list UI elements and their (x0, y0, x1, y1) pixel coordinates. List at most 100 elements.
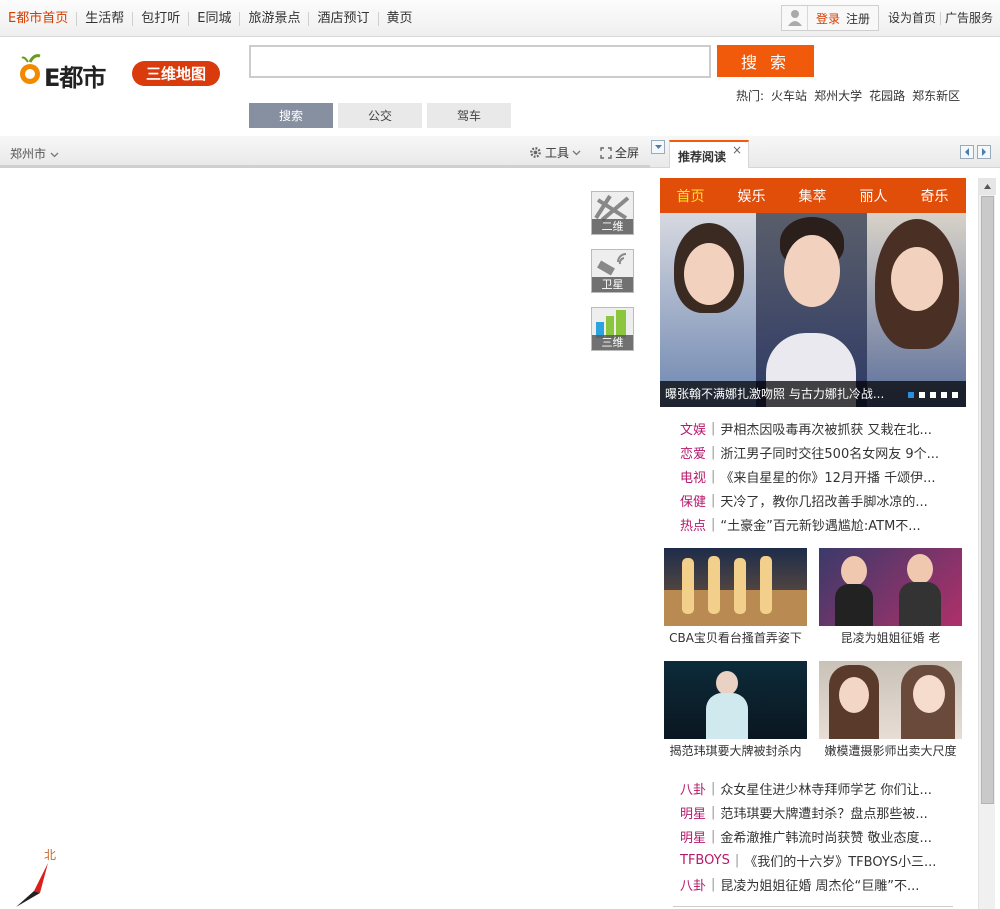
tab-drive[interactable]: 驾车 (427, 103, 511, 128)
thumb-title[interactable]: CBA宝贝看台搔首弄姿下 (664, 626, 807, 650)
logo-text: E都市 (44, 64, 106, 92)
user-avatar-icon (782, 6, 808, 30)
tools-dropdown[interactable]: 工具 (529, 144, 581, 161)
slide-dot[interactable] (919, 392, 925, 398)
collapse-panel-button[interactable] (651, 140, 665, 154)
news-title[interactable]: 《我们的十六岁》TFBOYS小三... (744, 851, 936, 870)
category-tab-home[interactable]: 首页 (660, 186, 721, 206)
ad-service-link[interactable]: 广告服务 (940, 12, 997, 25)
news-item[interactable]: 文娱 | 尹相杰因吸毒再次被抓获 又栽在北... (680, 416, 960, 440)
news-title[interactable]: 众女星住进少林寺拜师学艺 你们让... (720, 779, 932, 798)
photo-thumb-card[interactable]: 昆凌为姐姐征婚 老 (819, 548, 962, 650)
news-title[interactable]: 《来自星星的你》12月开播 千颂伊... (720, 467, 935, 486)
login-link[interactable]: 登录 (816, 10, 840, 27)
news-item[interactable]: 明星 | 范玮琪要大牌遭封杀？盘点那些被... (680, 800, 960, 824)
tab-search[interactable]: 搜索 (249, 103, 333, 128)
thumb-title[interactable]: 昆凌为姐姐征婚 老 (819, 626, 962, 650)
thumb-title[interactable]: 揭范玮琪要大牌被封杀内 (664, 739, 807, 763)
nav-yellow-pages[interactable]: 黄页 (377, 11, 421, 26)
news-category[interactable]: 八卦 (680, 875, 706, 894)
category-tab-entertainment[interactable]: 娱乐 (721, 186, 782, 206)
scroll-up-button[interactable] (979, 178, 996, 195)
nav-hotel-booking[interactable]: 酒店预订 (308, 11, 377, 26)
edushi-logo[interactable]: E都市 (18, 52, 123, 92)
category-tab-collection[interactable]: 集萃 (782, 186, 843, 206)
nav-e-tongcheng[interactable]: E同城 (188, 11, 239, 26)
news-title[interactable]: 昆凌为姐姐征婚 周杰伦“巨雕”不... (720, 875, 919, 894)
news-category[interactable]: 八卦 (680, 779, 706, 798)
photo-thumb-card[interactable]: 揭范玮琪要大牌被封杀内 (664, 661, 807, 763)
close-icon[interactable]: × (732, 143, 742, 157)
news-category[interactable]: 明星 (680, 827, 706, 846)
city-selector[interactable]: 郑州市 (10, 145, 59, 162)
slide-dot[interactable] (952, 392, 958, 398)
thumb-title[interactable]: 嫩模遭摄影师出卖大尺度 (819, 739, 962, 763)
news-category[interactable]: 文娱 (680, 419, 706, 438)
news-item[interactable]: 热点 | “土豪金”百元新钞遇尴尬:ATM不... (680, 512, 960, 536)
map-type-satellite[interactable]: 卫星 (591, 249, 634, 293)
news-title[interactable]: 范玮琪要大牌遭封杀？盘点那些被... (720, 803, 927, 822)
login-box: 登录 注册 (781, 5, 879, 31)
news-title[interactable]: “土豪金”百元新钞遇尴尬:ATM不... (720, 515, 920, 534)
hot-item-huayuan-road[interactable]: 花园路 (869, 87, 905, 104)
news-item[interactable]: 保健 | 天冷了，教你几招改善手脚冰凉的... (680, 488, 960, 512)
satellite-icon (597, 253, 627, 276)
hot-item-train-station[interactable]: 火车站 (771, 87, 807, 104)
panel-scrollbar[interactable] (978, 178, 996, 909)
map-type-3d[interactable]: 三维 (591, 307, 634, 351)
news-title[interactable]: 浙江男子同时交往500名女网友 9个... (720, 443, 939, 462)
panel-next-button[interactable] (977, 145, 991, 159)
map-canvas[interactable] (0, 171, 650, 909)
news-category[interactable]: 恋爱 (680, 443, 706, 462)
category-tab-beauty[interactable]: 丽人 (843, 186, 904, 206)
map-type-label: 二维 (592, 219, 633, 234)
news-list-top: 文娱 | 尹相杰因吸毒再次被抓获 又栽在北... 恋爱 | 浙江男子同时交往500名女网… (680, 416, 960, 536)
news-category[interactable]: 保健 (680, 491, 706, 510)
search-button[interactable]: 搜 索 (717, 45, 814, 77)
search-input[interactable] (249, 45, 711, 78)
news-item[interactable]: 八卦 | 众女星住进少林寺拜师学艺 你们让... (680, 776, 960, 800)
featured-slideshow[interactable]: 曝张翰不满娜扎激吻照 与古力娜扎冷战... (660, 213, 966, 407)
thumb-image (819, 661, 962, 739)
hot-item-zhengdong-district[interactable]: 郑东新区 (912, 87, 960, 104)
panel-prev-button[interactable] (960, 145, 974, 159)
tab-bus[interactable]: 公交 (338, 103, 422, 128)
news-item[interactable]: 电视 | 《来自星星的你》12月开播 千颂伊... (680, 464, 960, 488)
photo-thumb-card[interactable]: 嫩模遭摄影师出卖大尺度 (819, 661, 962, 763)
set-homepage-link[interactable]: 设为首页 (884, 12, 940, 25)
news-category[interactable]: 明星 (680, 803, 706, 822)
news-title[interactable]: 金希澈推广韩流时尚获赞 敬业态度... (720, 827, 932, 846)
slide-dot[interactable] (930, 392, 936, 398)
nav-edushi-home[interactable]: E都市首页 (0, 11, 76, 26)
slide-dot[interactable] (941, 392, 947, 398)
nav-tourism[interactable]: 旅游景点 (239, 11, 308, 26)
fullscreen-icon (600, 146, 612, 159)
photo-thumb-card[interactable]: CBA宝贝看台搔首弄姿下 (664, 548, 807, 650)
news-list-bottom: 八卦 | 众女星住进少林寺拜师学艺 你们让... 明星 | 范玮琪要大牌遭封杀？盘点那些… (680, 776, 960, 896)
scroll-thumb[interactable] (981, 196, 994, 804)
news-category[interactable]: TFBOYS (680, 853, 730, 868)
news-category[interactable]: 热点 (680, 515, 706, 534)
category-tabs: 首页 娱乐 集萃 丽人 奇乐 (660, 178, 966, 213)
news-title[interactable]: 尹相杰因吸毒再次被抓获 又栽在北... (720, 419, 932, 438)
city-name: 郑州市 (10, 147, 47, 161)
top-right-links: 设为首页 广告服务 (884, 0, 997, 37)
slide-dot[interactable] (908, 392, 914, 398)
map-type-2d[interactable]: 二维 (591, 191, 634, 235)
nav-life-help[interactable]: 生活帮 (76, 11, 132, 26)
nav-baodating[interactable]: 包打听 (132, 11, 188, 26)
news-item[interactable]: 恋爱 | 浙江男子同时交往500名女网友 9个... (680, 440, 960, 464)
news-item[interactable]: 八卦 | 昆凌为姐姐征婚 周杰伦“巨雕”不... (680, 872, 960, 896)
news-item[interactable]: 明星 | 金希澈推广韩流时尚获赞 敬业态度... (680, 824, 960, 848)
hot-item-zhengzhou-university[interactable]: 郑州大学 (814, 87, 862, 104)
tab-title: 推荐阅读 (678, 150, 727, 164)
news-title[interactable]: 天冷了，教你几招改善手脚冰凉的... (720, 491, 927, 510)
fullscreen-button[interactable]: 全屏 (600, 144, 639, 161)
register-link[interactable]: 注册 (846, 10, 870, 27)
category-tab-fun[interactable]: 奇乐 (904, 186, 965, 206)
tab-recommended-reading[interactable]: 推荐阅读 × (669, 140, 749, 168)
news-item[interactable]: TFBOYS | 《我们的十六岁》TFBOYS小三... (680, 848, 960, 872)
map-type-label: 卫星 (592, 277, 633, 292)
news-category[interactable]: 电视 (680, 467, 706, 486)
3d-buildings-icon (596, 310, 626, 338)
